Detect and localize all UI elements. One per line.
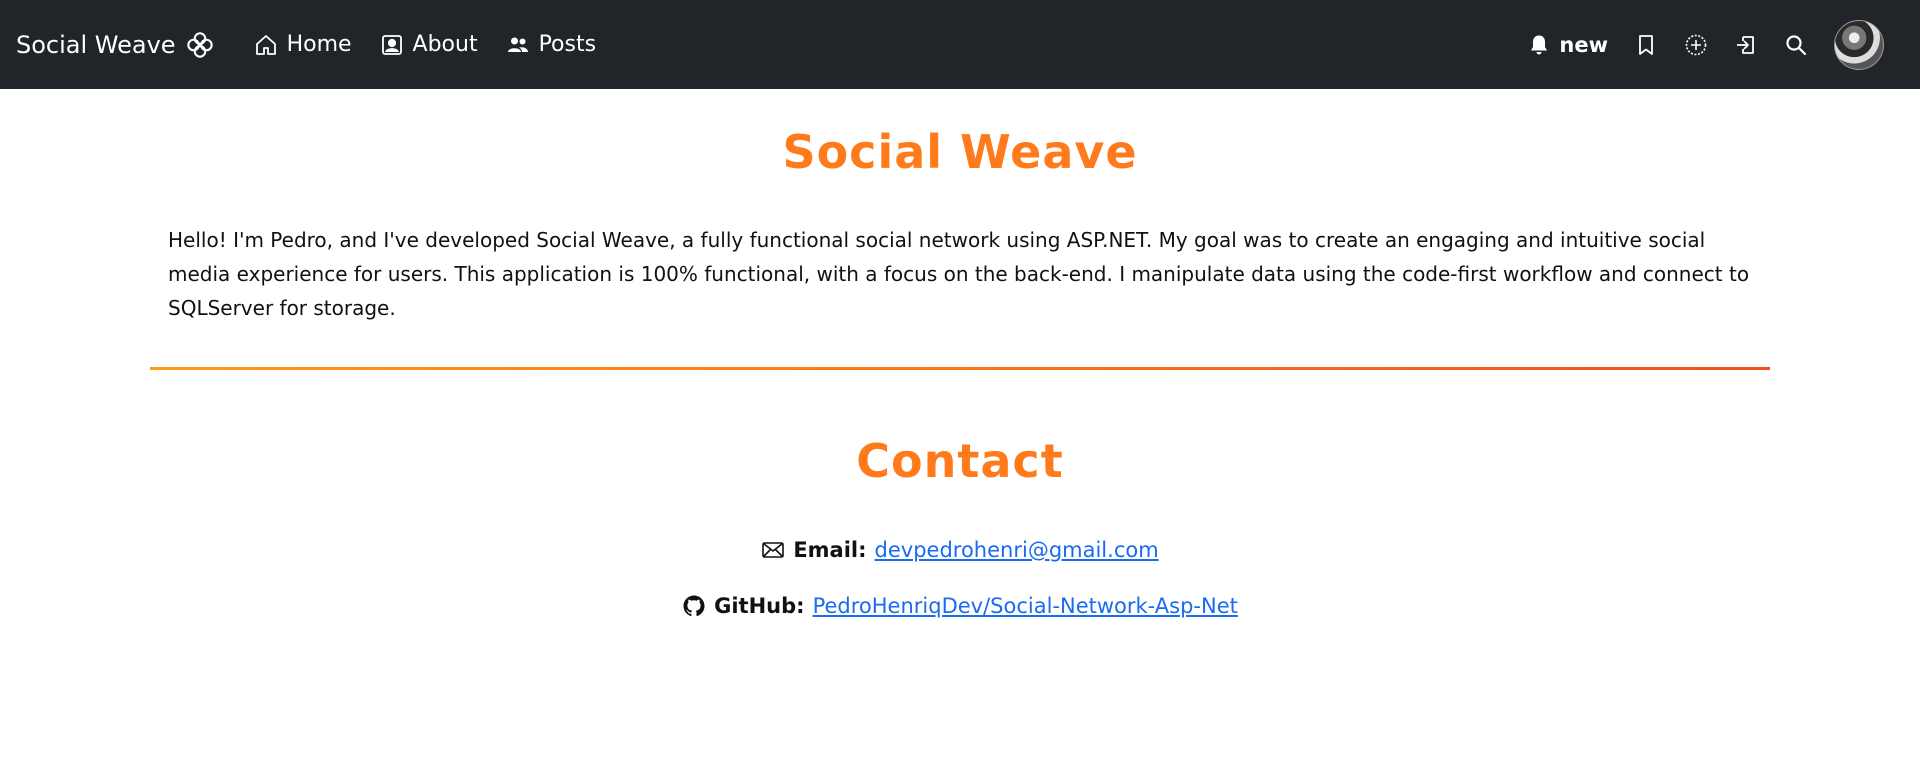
email-line: Email: devpedrohenri@gmail.com — [150, 538, 1770, 562]
people-icon — [507, 37, 528, 52]
github-icon — [683, 595, 705, 617]
flower-icon — [186, 31, 213, 58]
envelope-icon — [762, 542, 785, 558]
brand-link[interactable]: Social Weave — [16, 31, 214, 59]
github-line: GitHub: PedroHenriqDev/Social-Network-As… — [150, 594, 1770, 618]
nav-posts-label: Posts — [538, 32, 597, 57]
bell-icon — [1531, 35, 1548, 54]
house-icon — [255, 34, 276, 55]
avatar[interactable] — [1834, 19, 1884, 70]
navbar: Social Weave Home About Posts new — [0, 0, 1920, 89]
nav-links: Home About Posts — [254, 32, 597, 57]
nav-home-label: Home — [286, 32, 352, 57]
intro-text: Hello! I'm Pedro, and I've developed Soc… — [168, 228, 1750, 320]
person-badge-icon — [381, 34, 402, 55]
page-title: Social Weave — [782, 125, 1138, 179]
plus-circle-icon — [1685, 34, 1707, 55]
nav-actions: new — [1527, 19, 1904, 70]
search-button[interactable] — [1784, 33, 1808, 57]
main-content: Social Weave Hello! I'm Pedro, and I've … — [150, 125, 1770, 618]
nav-about-label: About — [412, 32, 478, 57]
github-label: GitHub: — [714, 594, 805, 618]
email-link[interactable]: devpedrohenri@gmail.com — [875, 538, 1159, 562]
notification-label: new — [1559, 32, 1608, 57]
search-icon — [1786, 34, 1807, 55]
brand-name: Social Weave — [16, 30, 176, 59]
contact-title: Contact — [856, 434, 1064, 488]
bookmarks-button[interactable] — [1634, 33, 1658, 57]
nav-about[interactable]: About — [380, 32, 478, 57]
github-link[interactable]: PedroHenriqDev/Social-Network-Asp-Net — [813, 594, 1238, 618]
nav-home[interactable]: Home — [254, 32, 352, 57]
bookmark-icon — [1639, 34, 1653, 55]
logout-icon — [1737, 35, 1754, 54]
email-label: Email: — [793, 538, 867, 562]
section-divider — [150, 367, 1770, 370]
notifications-button[interactable]: new — [1527, 33, 1608, 57]
create-post-button[interactable] — [1684, 33, 1708, 57]
nav-posts[interactable]: Posts — [506, 32, 597, 57]
logout-button[interactable] — [1734, 33, 1758, 57]
